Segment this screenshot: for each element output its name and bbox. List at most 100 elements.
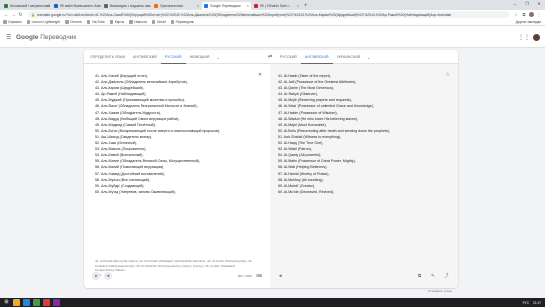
bookmarks-bar: Сервисы Lenovo Lightweight Chrome YouTube Ка… bbox=[0, 19, 545, 26]
text-line: 60. Al-Mu'ide (Deceased, Revived), bbox=[278, 189, 335, 194]
minimize-button[interactable]: — bbox=[509, 0, 521, 8]
tab-close-icon[interactable]: × bbox=[197, 4, 199, 8]
bookmark-favicon-icon bbox=[151, 20, 156, 24]
language-tab[interactable]: РУССКИЙ bbox=[276, 50, 301, 64]
close-window-button[interactable]: ✕ bbox=[533, 0, 545, 8]
bookmark-item[interactable]: Карты bbox=[109, 20, 124, 24]
address-bar[interactable]: 🔒 translate.google.ru/?sl=ru&tl=en&text=… bbox=[28, 11, 509, 18]
translation-toolbar: ◄ ⧉ ✎ ⤴ bbox=[270, 272, 458, 282]
url-text: translate.google.ru/?sl=ru&tl=en&text=41… bbox=[37, 12, 452, 17]
taskbar-app-icon[interactable] bbox=[43, 299, 50, 306]
bookmark-label: Gmail bbox=[156, 20, 166, 24]
tab-close-icon[interactable]: × bbox=[297, 4, 299, 8]
bookmark-label: YouTube bbox=[91, 20, 105, 24]
bookmark-favicon-icon bbox=[86, 20, 91, 24]
forward-icon[interactable]: → bbox=[10, 12, 17, 18]
tab-title: 99 | 1Shahin Sahi r... bbox=[260, 4, 292, 8]
start-menu-icon[interactable]: ⊞ bbox=[3, 299, 10, 306]
tab-favicon-icon bbox=[4, 4, 8, 8]
taskbar-app-icon[interactable] bbox=[33, 299, 40, 306]
back-icon[interactable]: ← bbox=[3, 12, 10, 18]
more-languages-chevron-icon[interactable]: ⌄ bbox=[364, 55, 373, 60]
reload-icon[interactable]: ↻ bbox=[17, 12, 24, 18]
tab-title: Исламский i заграничный b… bbox=[10, 4, 51, 8]
new-tab-button[interactable]: + bbox=[304, 2, 308, 10]
bookmark-item[interactable]: Новости bbox=[129, 20, 147, 24]
bookmark-favicon-icon bbox=[65, 20, 69, 24]
browser-tab[interactable]: Google Переводчик × bbox=[202, 2, 251, 10]
bookmark-item[interactable]: Сервисы bbox=[3, 20, 22, 24]
maximize-button[interactable]: ❐ bbox=[521, 0, 533, 8]
app-logo[interactable]: Google Переводчик bbox=[16, 34, 76, 41]
bookmark-item[interactable]: Lenovo Lightweight bbox=[26, 20, 61, 24]
browser-tab[interactable]: Исламский i заграничный b…× bbox=[2, 2, 51, 10]
translation-area: ☆ 41. Al-Hasib (Taker of the report), 42.… bbox=[270, 64, 458, 288]
menu-icon[interactable]: ⋮ bbox=[536, 12, 542, 17]
bookmark-favicon-icon bbox=[109, 20, 114, 24]
bookmark-item[interactable]: Gmail bbox=[151, 20, 166, 24]
tab-favicon-icon bbox=[104, 4, 108, 8]
apps-grid-icon[interactable]: ⋮⋮ bbox=[518, 34, 530, 41]
source-text-area[interactable]: ✕ 41. Аль-Хасиб (Берущий отчет), 42. Аль-… bbox=[84, 64, 268, 288]
browser-tab[interactable]: Оригинальные × bbox=[152, 2, 201, 10]
language-tab[interactable]: ОПРЕДЕЛИТЬ ЯЗЫК bbox=[86, 50, 129, 64]
profile-avatar[interactable] bbox=[529, 12, 534, 17]
language-tab[interactable]: АНГЛИЙСКИЙ bbox=[129, 50, 161, 64]
tab-strip: Исламский i заграничный b…×99 имён Всевы… bbox=[0, 0, 545, 10]
taskbar-app-icon[interactable] bbox=[53, 299, 60, 306]
os-taskbar: ⊞ РУС 21:47 bbox=[0, 298, 545, 307]
microphone-icon[interactable]: ● bbox=[92, 272, 100, 280]
source-toolbar: ● ◄ 852 / 5000 ⌨ bbox=[88, 270, 264, 282]
extensions-icon[interactable]: ⧉ bbox=[521, 12, 527, 17]
tab-favicon-icon bbox=[204, 4, 208, 8]
bookmark-item[interactable]: YouTube bbox=[86, 20, 105, 24]
star-bookmark-icon[interactable]: ☆ bbox=[513, 12, 519, 17]
send-feedback-link[interactable]: Отправить отзыв bbox=[428, 289, 452, 293]
taskbar-app-icon[interactable] bbox=[13, 299, 20, 306]
tab-close-icon[interactable]: × bbox=[247, 4, 249, 8]
source-text[interactable]: 41. Аль-Хасиб (Берущий отчет), 42. Аль-Дж… bbox=[95, 73, 255, 195]
other-bookmarks[interactable]: Другие закладки bbox=[516, 20, 541, 24]
app-header: ☰ Google Переводчик ⋮⋮ bbox=[0, 26, 545, 48]
tab-title: Google Переводчик bbox=[210, 4, 241, 8]
taskbar-app-icon[interactable] bbox=[23, 299, 30, 306]
translate-card: ОПРЕДЕЛИТЬ ЯЗЫК АНГЛИЙСКИЙ РУССКИЙ НЕМЕЦКИЙ… bbox=[84, 50, 458, 288]
language-tab[interactable]: УКРАИНСКИЙ bbox=[333, 50, 365, 64]
lock-icon: 🔒 bbox=[31, 12, 36, 17]
language-tab[interactable]: РУССКИЙ bbox=[160, 50, 186, 64]
bookmark-label: Lenovo Lightweight bbox=[31, 20, 61, 24]
tab-close-icon[interactable]: × bbox=[147, 4, 149, 8]
bookmark-item[interactable]: Переводчик bbox=[170, 20, 194, 24]
logo-product: Переводчик bbox=[40, 33, 77, 41]
language-tab[interactable]: НЕМЕЦКИЙ bbox=[186, 50, 214, 64]
window-controls: — ❐ ✕ bbox=[509, 0, 545, 8]
edit-pencil-icon[interactable]: ✎ bbox=[431, 273, 435, 279]
bookmark-item[interactable]: Chrome bbox=[65, 20, 82, 24]
tray-clock[interactable]: 21:47 bbox=[533, 301, 541, 305]
tab-close-icon[interactable]: × bbox=[47, 4, 49, 8]
bookmark-favicon-icon bbox=[3, 20, 7, 24]
account-avatar[interactable] bbox=[533, 33, 540, 41]
tab-title: 99 имён Всевышнего Аллаха bbox=[60, 4, 101, 8]
browser-tab[interactable]: 99 | 1Shahin Sahi r... × bbox=[252, 2, 301, 10]
copy-icon[interactable]: ⧉ bbox=[418, 273, 421, 278]
share-icon[interactable]: ⤴ bbox=[444, 273, 449, 279]
more-languages-chevron-icon[interactable]: ⌄ bbox=[214, 55, 223, 60]
listen-translation-icon[interactable]: ◄ bbox=[278, 273, 282, 278]
text-line: 60. Аль-Му'ид (Умертвив, заново Оживляющ… bbox=[95, 189, 176, 194]
tab-close-icon[interactable]: × bbox=[97, 4, 99, 8]
browser-tab[interactable]: 99 имён Всевышнего Аллаха× bbox=[52, 2, 101, 10]
tray-language[interactable]: РУС bbox=[523, 301, 529, 305]
tab-title: Оригинальные bbox=[160, 4, 184, 8]
bookmark-favicon-icon bbox=[129, 20, 133, 24]
logo-google: Google bbox=[16, 33, 39, 41]
listen-speaker-icon[interactable]: ◄ bbox=[104, 272, 112, 280]
swap-languages-icon[interactable]: ⇄ bbox=[268, 54, 272, 60]
language-tab[interactable]: АНГЛИЙСКИЙ bbox=[300, 50, 333, 64]
keyboard-icon[interactable]: ⌨ bbox=[256, 273, 262, 278]
bookmark-label: Сервисы bbox=[8, 20, 22, 24]
tab-favicon-icon bbox=[254, 4, 258, 8]
hamburger-menu-icon[interactable]: ☰ bbox=[6, 34, 11, 41]
clear-text-icon[interactable]: ✕ bbox=[258, 72, 262, 78]
browser-tab[interactable]: Википедия • Ааджиль иль… × bbox=[102, 2, 151, 10]
